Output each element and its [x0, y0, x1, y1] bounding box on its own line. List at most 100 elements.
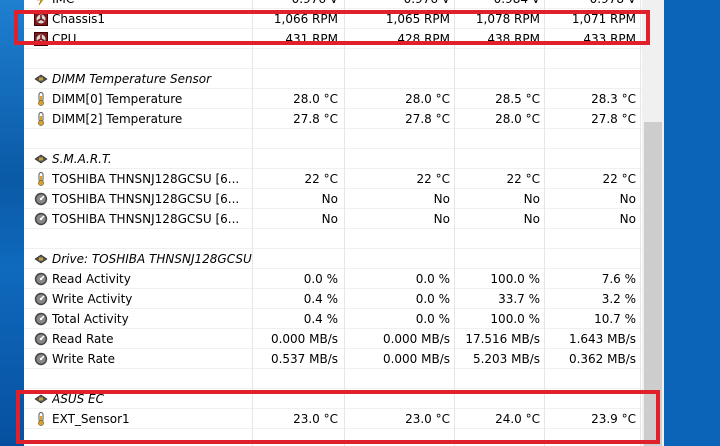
current-value: 27.8 °C	[293, 112, 338, 126]
column-divider	[544, 0, 545, 446]
maximum-value: 28.5 °C	[495, 92, 540, 106]
average-value: 22 °C	[602, 172, 636, 186]
minimum-value: 0.000 MB/s	[382, 352, 450, 366]
minimum-value: 0.0 %	[415, 292, 450, 306]
sensor-name: DIMM[2] Temperature	[52, 112, 183, 126]
maximum-value: 438 RPM	[487, 32, 540, 46]
sensor-name: Read Activity	[52, 272, 131, 286]
thermometer-icon	[34, 412, 48, 426]
maximum-value: 5.203 MB/s	[472, 352, 540, 366]
maximum-value: 17.516 MB/s	[465, 332, 540, 346]
chip-icon	[34, 72, 48, 86]
sensor-row[interactable]: Total Activity 0.4 % 0.0 % 100.0 % 10.7 %	[24, 309, 642, 329]
average-value: 28.3 °C	[591, 92, 636, 106]
minimum-value: 0.0 %	[415, 272, 450, 286]
desktop-background	[0, 0, 24, 446]
sensor-group-row[interactable]: ASUS EC	[24, 389, 642, 409]
group-label: ASUS EC	[52, 392, 105, 406]
gauge-icon	[34, 352, 48, 366]
sensor-row[interactable]: DIMM[0] Temperature 28.0 °C 28.0 °C 28.5 °C…	[24, 89, 642, 109]
maximum-value: 100.0 %	[490, 272, 540, 286]
current-value: 0.4 %	[303, 312, 338, 326]
column-divider	[252, 0, 253, 446]
thermometer-icon	[34, 92, 48, 106]
spacer-row	[24, 49, 642, 69]
minimum-value: 22 °C	[416, 172, 450, 186]
sensor-name: Chassis1	[52, 12, 106, 26]
maximum-value: 1,078 RPM	[475, 12, 540, 26]
current-value: 0.4 %	[303, 292, 338, 306]
fan-icon	[34, 32, 48, 46]
sensor-group-row[interactable]: S.M.A.R.T.	[24, 149, 642, 169]
maximum-value: 22 °C	[506, 172, 540, 186]
average-value: 433 RPM	[583, 32, 636, 46]
sensor-name: Total Activity	[52, 312, 129, 326]
maximum-value: 28.0 °C	[495, 112, 540, 126]
average-value: 0.362 MB/s	[568, 352, 636, 366]
sensor-name: EXT_Sensor1	[52, 412, 130, 426]
thermometer-icon	[34, 172, 48, 186]
sensor-row[interactable]: Write Activity 0.4 % 0.0 % 33.7 % 3.2 %	[24, 289, 642, 309]
spacer-row	[24, 229, 642, 249]
average-value: 10.7 %	[594, 312, 636, 326]
scrollbar-thumb[interactable]	[644, 122, 662, 446]
average-value: No	[619, 192, 636, 206]
sensor-name: TOSHIBA THNSNJ128GCSU [6...	[52, 212, 240, 226]
sensor-row[interactable]: Write Rate 0.537 MB/s 0.000 MB/s 5.203 MB/s…	[24, 349, 642, 369]
sensor-row[interactable]: IMC0.976 V0.976 V0.984 V0.978 V	[24, 0, 642, 9]
average-value: No	[619, 212, 636, 226]
minimum-value: 23.0 °C	[405, 412, 450, 426]
maximum-value: 33.7 %	[498, 292, 540, 306]
spacer-row	[24, 369, 642, 389]
column-divider	[454, 0, 455, 446]
average-value: 3.2 %	[601, 292, 636, 306]
sensor-name: Write Rate	[52, 352, 116, 366]
sensor-row[interactable]: TOSHIBA THNSNJ128GCSU [6... 22 °C 22 °C 22 …	[24, 169, 642, 189]
sensor-group-row[interactable]: DIMM Temperature Sensor	[24, 69, 642, 89]
vertical-scrollbar[interactable]	[642, 0, 664, 446]
group-label: S.M.A.R.T.	[52, 152, 112, 166]
sensor-row[interactable]: TOSHIBA THNSNJ128GCSU [6... No No No No	[24, 209, 642, 229]
sensor-row[interactable]: EXT_Sensor1 23.0 °C 23.0 °C 24.0 °C 23.9 °C	[24, 409, 642, 429]
current-value: 0.0 %	[303, 272, 338, 286]
gauge-icon	[34, 312, 48, 326]
chip-icon	[34, 392, 48, 406]
minimum-value: 428 RPM	[397, 32, 450, 46]
sensor-row[interactable]: DIMM[2] Temperature 27.8 °C 27.8 °C 28.0 °C…	[24, 109, 642, 129]
voltage-icon	[34, 0, 48, 6]
maximum-value: 24.0 °C	[495, 412, 540, 426]
sensor-row[interactable]: Read Rate 0.000 MB/s 0.000 MB/s 17.516 MB/s…	[24, 329, 642, 349]
average-value: 7.6 %	[601, 272, 636, 286]
sensor-name: TOSHIBA THNSNJ128GCSU [6...	[52, 172, 240, 186]
average-value: 1.643 MB/s	[568, 332, 636, 346]
sensor-name: Write Activity	[52, 292, 133, 306]
gauge-icon	[34, 272, 48, 286]
current-value: 22 °C	[304, 172, 338, 186]
sensor-row[interactable]: CPU 431 RPM 428 RPM 438 RPM 433 RPM	[24, 29, 642, 49]
minimum-value: 1,065 RPM	[385, 12, 450, 26]
sensor-row[interactable]: Chassis1 1,066 RPM 1,065 RPM 1,078 RPM 1,071…	[24, 9, 642, 29]
gauge-icon	[34, 192, 48, 206]
spacer-row	[24, 129, 642, 149]
sensor-name: Read Rate	[52, 332, 114, 346]
sensor-name: CPU	[52, 32, 77, 46]
minimum-value: No	[433, 212, 450, 226]
average-value: 1,071 RPM	[571, 12, 636, 26]
minimum-value: 0.0 %	[415, 312, 450, 326]
current-value: 431 RPM	[285, 32, 338, 46]
sensor-name: TOSHIBA THNSNJ128GCSU [6...	[52, 192, 240, 206]
group-label: DIMM Temperature Sensor	[52, 72, 212, 86]
average-value: 27.8 °C	[591, 112, 636, 126]
sensor-row[interactable]: Read Activity 0.0 % 0.0 % 100.0 % 7.6 %	[24, 269, 642, 289]
sensor-window: IMC0.976 V0.976 V0.984 V0.978 V Chassis1 1…	[24, 0, 664, 446]
current-value: 28.0 °C	[293, 92, 338, 106]
sensor-name: DIMM[0] Temperature	[52, 92, 183, 106]
column-divider	[344, 0, 345, 446]
minimum-value: No	[433, 192, 450, 206]
sensor-group-row[interactable]: Drive: TOSHIBA THNSNJ128GCSU	[24, 249, 642, 269]
sensor-row[interactable]: TOSHIBA THNSNJ128GCSU [6... No No No No	[24, 189, 642, 209]
column-divider	[640, 0, 641, 446]
current-value: 23.0 °C	[293, 412, 338, 426]
gauge-icon	[34, 292, 48, 306]
fan-icon	[34, 12, 48, 26]
